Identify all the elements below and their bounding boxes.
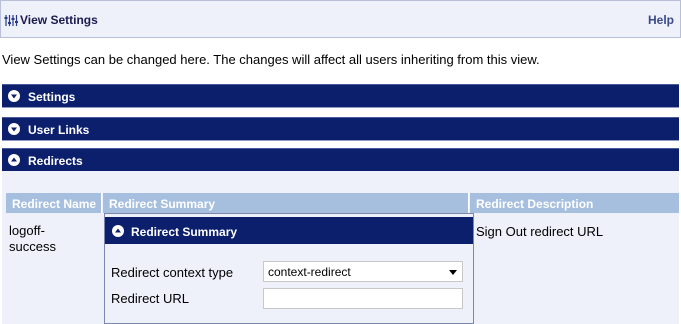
- section-redirects[interactable]: Redirects: [2, 148, 679, 171]
- chevron-down-icon: [449, 270, 457, 275]
- redirect-context-type-label: Redirect context type: [111, 265, 234, 280]
- chevron-down-circle-icon[interactable]: [8, 90, 20, 102]
- intro-text: View Settings can be changed here. The c…: [2, 52, 540, 67]
- column-header-redirect-name: Redirect Name: [6, 193, 102, 213]
- redirect-url-input[interactable]: [263, 288, 463, 309]
- column-header-redirect-description: Redirect Description: [470, 193, 679, 213]
- settings-sliders-icon: [4, 15, 18, 26]
- chevron-up-circle-icon[interactable]: [8, 154, 20, 166]
- redirect-summary-panel: Redirect Summary Redirect context type c…: [104, 213, 474, 324]
- chevron-up-circle-icon[interactable]: [112, 225, 124, 237]
- chevron-down-circle-icon[interactable]: [8, 123, 20, 135]
- section-settings-label: Settings: [28, 90, 76, 104]
- redirect-summary-header[interactable]: Redirect Summary: [105, 217, 473, 244]
- divider: [2, 107, 679, 108]
- redirect-url-label: Redirect URL: [111, 291, 190, 306]
- redirect-context-type-select[interactable]: context-redirect: [263, 261, 463, 282]
- column-header-redirect-summary: Redirect Summary: [103, 193, 469, 213]
- page-title: View Settings: [20, 13, 98, 27]
- redirect-summary-title: Redirect Summary: [131, 225, 238, 239]
- divider: [2, 140, 679, 141]
- section-settings[interactable]: Settings: [2, 84, 679, 107]
- help-link[interactable]: Help: [648, 13, 674, 27]
- title-bar: View Settings Help: [0, 0, 681, 38]
- redirect-context-type-value: context-redirect: [268, 265, 351, 279]
- redirect-description-cell: Sign Out redirect URL: [476, 224, 604, 239]
- redirect-name-cell: logoff- success: [9, 223, 56, 254]
- section-user-links[interactable]: User Links: [2, 117, 679, 140]
- section-redirects-label: Redirects: [28, 154, 83, 168]
- section-user-links-label: User Links: [28, 123, 90, 137]
